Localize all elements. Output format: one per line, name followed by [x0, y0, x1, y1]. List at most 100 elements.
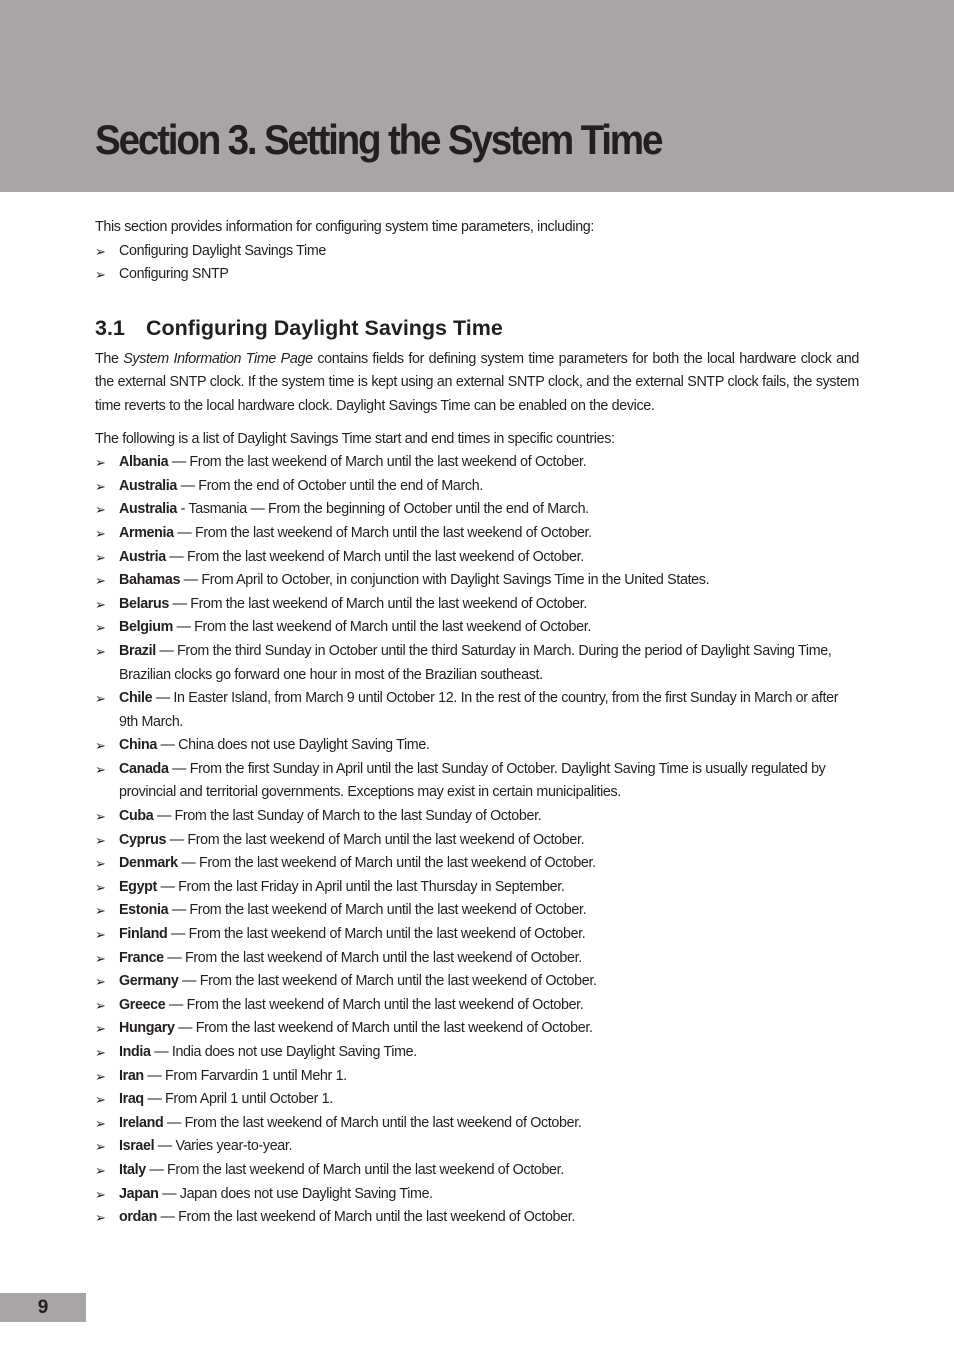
- intro-bullet-item: ➢ Configuring SNTP: [95, 263, 859, 287]
- country-name: Japan: [119, 1185, 159, 1202]
- country-dst-description: - Tasmania — From the beginning of Octob…: [177, 501, 590, 518]
- country-list-item: ➢ Brazil — From the third Sunday in Octob…: [95, 640, 859, 687]
- country-dst-description: — From the last weekend of March until t…: [145, 1161, 564, 1178]
- country-name: India: [119, 1044, 151, 1060]
- intro-text: This section provides information for co…: [95, 219, 595, 235]
- intro-bullet-item: ➢ Configuring Daylight Savings Time: [95, 240, 859, 264]
- country-name: Cuba: [119, 808, 154, 825]
- country-dst-list: ➢ Albania — From the last weekend of Marc…: [95, 451, 859, 1230]
- country-name: Australia: [119, 477, 178, 494]
- country-dst-description: — From the last weekend of March until t…: [167, 926, 586, 943]
- country-list-item: ➢ Australia — From the end of October unt…: [95, 475, 859, 499]
- country-name: Cyprus: [119, 831, 167, 848]
- intro-bullet-list: ➢ Configuring Daylight Savings Time ➢ Co…: [95, 240, 859, 287]
- country-name: Australia: [119, 501, 178, 518]
- subsection-title-text: Configuring Daylight Savings Time: [146, 315, 503, 340]
- country-dst-description: — From the third Sunday in October until…: [119, 642, 832, 683]
- country-name: Chile: [119, 690, 153, 707]
- arrow-bullet-icon: ➢: [95, 974, 106, 990]
- country-dst-description: — From the last weekend of March until t…: [163, 949, 582, 966]
- page-number: 9: [0, 1293, 86, 1322]
- arrow-bullet-icon: ➢: [95, 1068, 106, 1084]
- arrow-bullet-icon: ➢: [95, 243, 106, 259]
- country-list-item: ➢ Belgium — From the last weekend of Marc…: [95, 616, 859, 640]
- country-list-item: ➢ Ireland — From the last weekend of Marc…: [95, 1112, 859, 1136]
- country-list-item: ➢ ordan — From the last weekend of March …: [95, 1206, 859, 1230]
- country-list-item: ➢ Albania — From the last weekend of Marc…: [95, 451, 859, 475]
- country-dst-description: — From the last weekend of March until t…: [163, 1114, 582, 1131]
- country-dst-description: — Japan does not use Daylight Saving Tim…: [158, 1185, 433, 1202]
- country-dst-description: — From April 1 until October 1.: [143, 1091, 333, 1108]
- arrow-bullet-icon: ➢: [95, 927, 106, 943]
- arrow-bullet-icon: ➢: [95, 1021, 106, 1037]
- arrow-bullet-icon: ➢: [95, 620, 106, 636]
- country-name: Greece: [119, 996, 166, 1013]
- arrow-bullet-icon: ➢: [95, 1210, 106, 1226]
- arrow-bullet-icon: ➢: [95, 1186, 106, 1202]
- country-dst-description: — From the last weekend of March until t…: [177, 855, 596, 872]
- country-dst-description: — China does not use Daylight Saving Tim…: [156, 737, 430, 754]
- arrow-bullet-icon: ➢: [95, 879, 106, 895]
- country-name: Denmark: [119, 855, 178, 872]
- arrow-bullet-icon: ➢: [95, 1139, 106, 1155]
- country-name: Estonia: [119, 902, 169, 919]
- country-dst-description: — From the last weekend of March until t…: [165, 548, 584, 565]
- country-dst-description: — From the last weekend of March until t…: [165, 996, 584, 1013]
- country-name: Belarus: [119, 595, 169, 612]
- country-dst-description: — From the first Sunday in April until t…: [119, 760, 826, 801]
- country-list-item: ➢ Estonia — From the last weekend of Marc…: [95, 899, 859, 923]
- arrow-bullet-icon: ➢: [95, 1115, 106, 1131]
- country-dst-description: — From the last weekend of March until t…: [172, 619, 592, 636]
- country-list-item: ➢ Cuba — From the last Sunday of March to…: [95, 805, 859, 829]
- para-prefix: The: [95, 350, 124, 367]
- country-name: Italy: [119, 1161, 146, 1178]
- arrow-bullet-icon: ➢: [95, 903, 106, 919]
- country-dst-description: — From the last Sunday of March to the l…: [153, 808, 542, 825]
- country-name: Belgium: [119, 619, 173, 636]
- country-name: Ireland: [119, 1114, 164, 1131]
- country-list-item: ➢ Japan — Japan does not use Daylight Sav…: [95, 1183, 859, 1207]
- arrow-bullet-icon: ➢: [95, 1162, 106, 1178]
- country-name: Brazil: [119, 642, 156, 659]
- subsection-number: 3.1: [95, 315, 125, 340]
- country-list-item: ➢ Hungary — From the last weekend of Marc…: [95, 1017, 859, 1041]
- country-list-item: ➢ Australia - Tasmania — From the beginni…: [95, 498, 859, 522]
- country-dst-description: — From April to October, in conjunction …: [180, 572, 710, 589]
- intro-bullet-text: Configuring Daylight Savings Time: [119, 242, 326, 259]
- description-paragraph: The System Information Time Page contain…: [95, 348, 859, 419]
- arrow-bullet-icon: ➢: [95, 525, 106, 541]
- country-name: France: [119, 949, 164, 966]
- subsection-heading: 3.1 Configuring Daylight Savings Time: [95, 314, 859, 342]
- country-list-item: ➢ Cyprus — From the last weekend of March…: [95, 829, 859, 853]
- arrow-bullet-icon: ➢: [95, 832, 106, 848]
- country-list-item: ➢ Canada — From the first Sunday in April…: [95, 758, 859, 805]
- country-list-item: ➢ Belarus — From the last weekend of Marc…: [95, 593, 859, 617]
- arrow-bullet-icon: ➢: [95, 950, 106, 966]
- arrow-bullet-icon: ➢: [95, 478, 106, 494]
- country-name: Hungary: [119, 1020, 175, 1037]
- country-dst-description: — From the last weekend of March until t…: [166, 831, 585, 848]
- arrow-bullet-icon: ➢: [95, 997, 106, 1013]
- country-name: Iran: [119, 1067, 144, 1084]
- arrow-bullet-icon: ➢: [95, 761, 106, 777]
- arrow-bullet-icon: ➢: [95, 856, 106, 872]
- country-dst-description: — From the last weekend of March until t…: [173, 524, 592, 541]
- country-list-item: ➢ Austria — From the last weekend of Marc…: [95, 546, 859, 570]
- country-list-item: ➢ Iran — From Farvardin 1 until Mehr 1.: [95, 1065, 859, 1089]
- arrow-bullet-icon: ➢: [95, 1045, 106, 1060]
- country-list-item: ➢ Denmark — From the last weekend of Marc…: [95, 852, 859, 876]
- arrow-bullet-icon: ➢: [95, 573, 106, 589]
- arrow-bullet-icon: ➢: [95, 691, 106, 707]
- country-dst-description: — From the last Friday in April until th…: [156, 878, 565, 895]
- country-dst-description: — From the end of October until the end …: [177, 477, 484, 494]
- country-name: ordan: [119, 1209, 157, 1226]
- arrow-bullet-icon: ➢: [95, 267, 106, 283]
- country-name: Albania: [119, 454, 169, 471]
- country-name: Finland: [119, 926, 168, 943]
- arrow-bullet-icon: ➢: [95, 549, 106, 565]
- country-dst-description: — From the last weekend of March until t…: [174, 1020, 593, 1037]
- country-list-item: ➢ Bahamas — From April to October, in con…: [95, 569, 859, 593]
- country-list-item: ➢ Israel — Varies year-to-year.: [95, 1135, 859, 1159]
- page-name-reference: System Information Time Page: [123, 350, 313, 367]
- country-list-item: ➢ Armenia — From the last weekend of Marc…: [95, 522, 859, 546]
